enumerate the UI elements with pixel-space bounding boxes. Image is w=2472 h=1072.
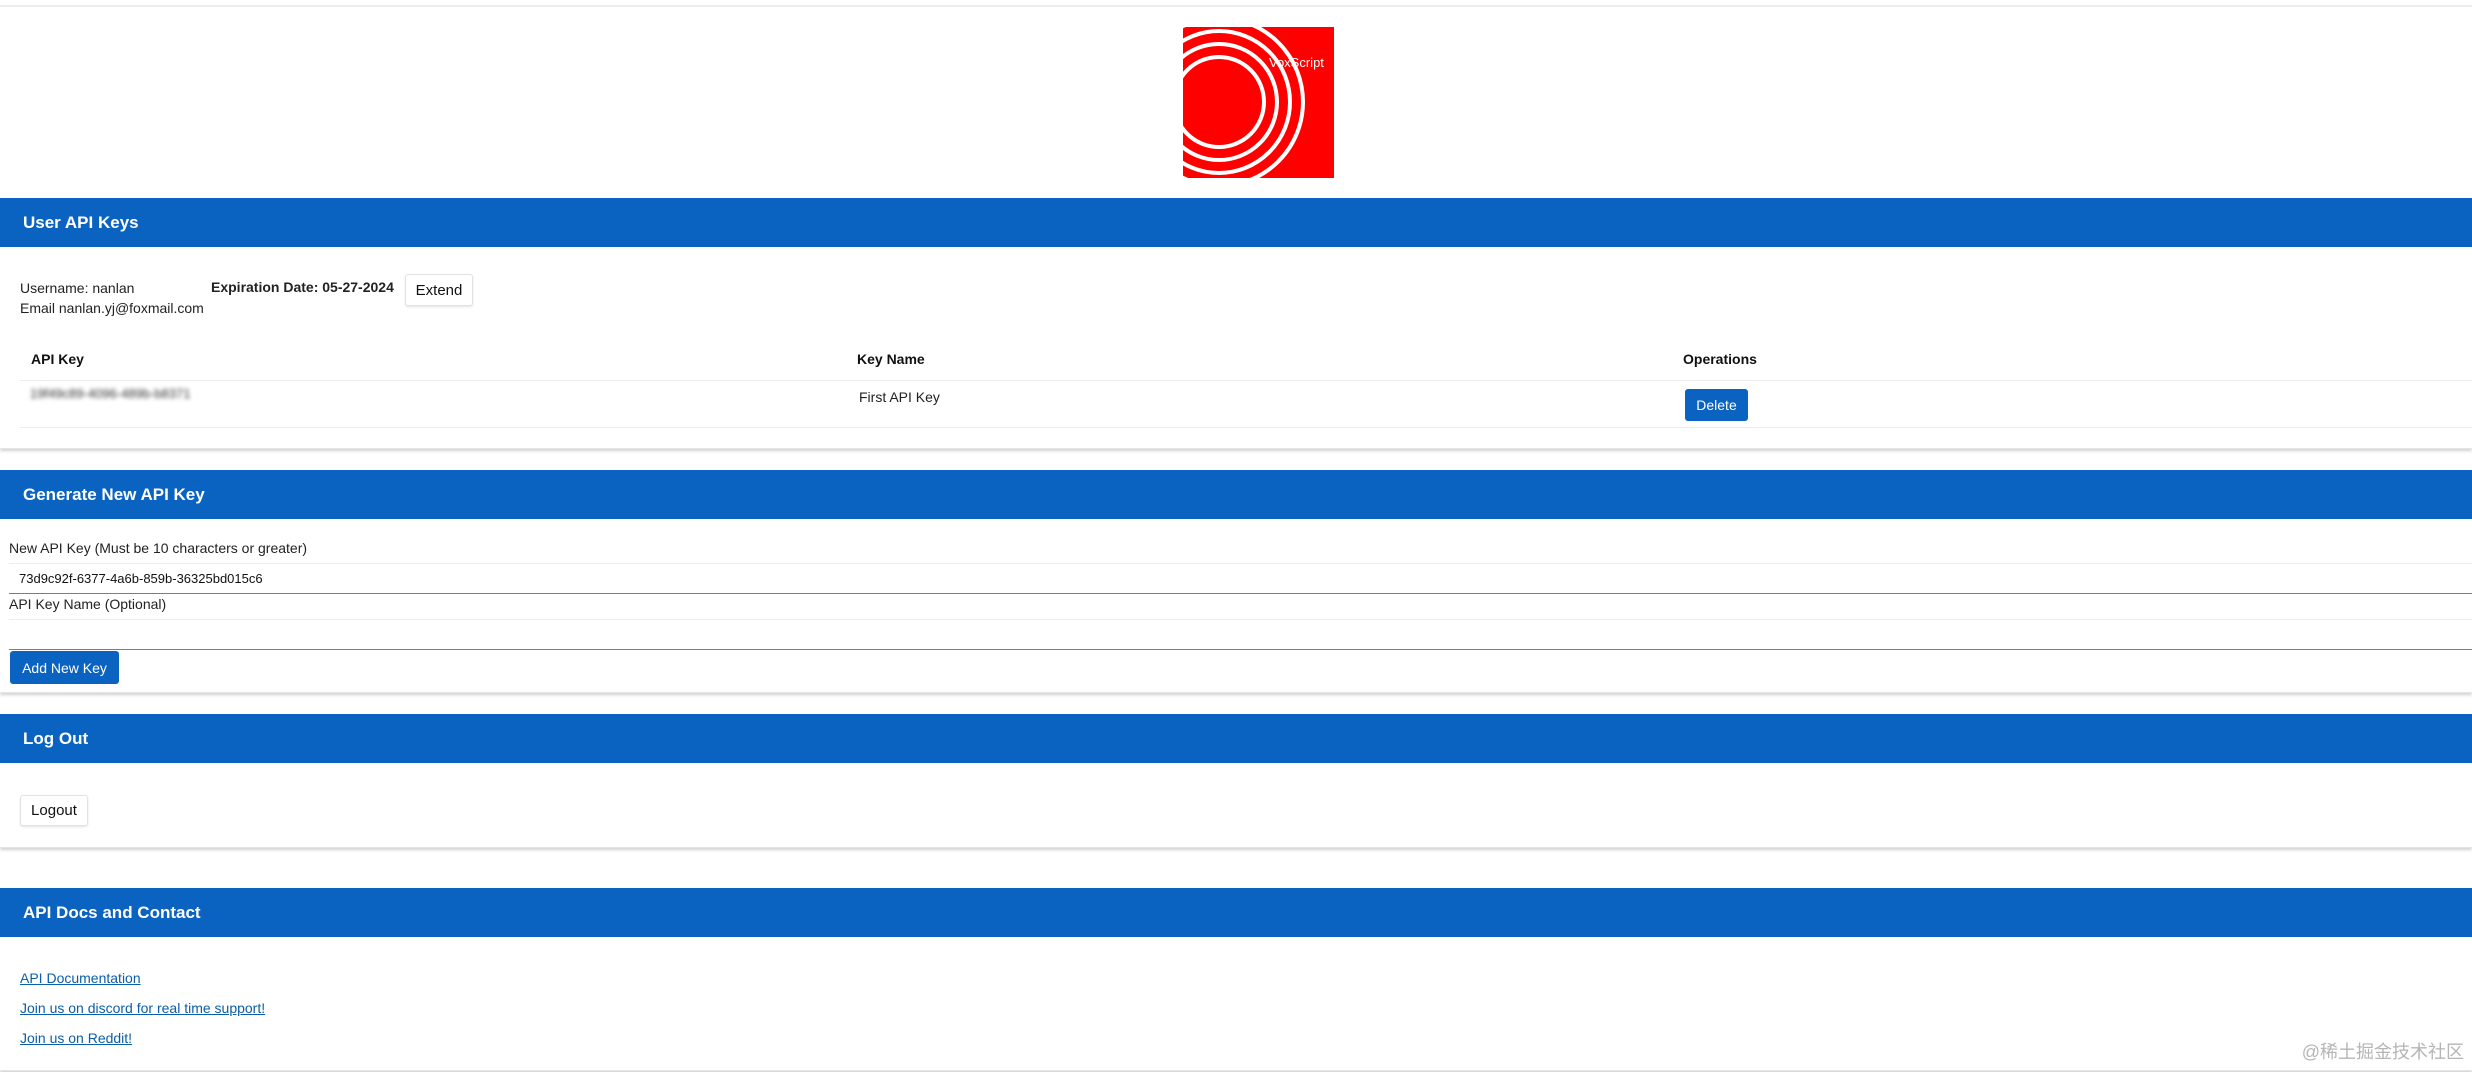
voxscript-logo-icon: VoxScript (1133, 16, 1334, 188)
voxscript-logo: VoxScript (1133, 16, 1334, 188)
watermark-text: @稀土掘金技术社区 (2301, 1042, 2464, 1062)
user-api-keys-header: User API Keys (0, 198, 2472, 247)
log-out-header: Log Out (0, 714, 2472, 763)
new-api-key-label: New API Key (Must be 10 characters or gr… (9, 540, 308, 556)
user-api-keys-card: Username: nanlan Email nanlan.yj@foxmail… (0, 247, 2472, 449)
username-text: Username: nanlan (20, 280, 135, 296)
generate-key-header: Generate New API Key (0, 470, 2472, 519)
top-divider (0, 5, 2472, 7)
api-key-name-input[interactable] (9, 619, 2472, 650)
logout-button[interactable]: Logout (20, 795, 88, 826)
generate-key-card: New API Key (Must be 10 characters or gr… (0, 519, 2472, 693)
new-api-key-input[interactable] (9, 563, 2472, 594)
add-new-key-button[interactable]: Add New Key (10, 651, 119, 684)
column-header-api-key: API Key (31, 351, 84, 367)
reddit-link[interactable]: Join us on Reddit! (20, 1030, 132, 1046)
key-name-cell: First API Key (859, 389, 940, 405)
api-docs-card: API Documentation Join us on discord for… (0, 937, 2472, 1071)
table-row-divider (20, 427, 2472, 428)
api-key-cell: 19f49c89-4096-489b-b8371 (30, 386, 191, 401)
delete-key-button[interactable]: Delete (1685, 389, 1748, 421)
table-header-divider (20, 380, 2472, 381)
log-out-card: Logout (0, 763, 2472, 848)
email-text: Email nanlan.yj@foxmail.com (20, 300, 204, 316)
column-header-key-name: Key Name (857, 351, 925, 367)
discord-support-link[interactable]: Join us on discord for real time support… (20, 1000, 265, 1016)
extend-button[interactable]: Extend (405, 274, 473, 306)
api-key-name-label: API Key Name (Optional) (9, 596, 167, 612)
page: VoxScript User API Keys Username: nanlan… (0, 0, 2472, 1072)
logo-text: VoxScript (1269, 55, 1324, 70)
api-documentation-link[interactable]: API Documentation (20, 970, 141, 986)
expiration-date: Expiration Date: 05-27-2024 (211, 279, 394, 295)
api-docs-header: API Docs and Contact (0, 888, 2472, 937)
column-header-operations: Operations (1683, 351, 1757, 367)
